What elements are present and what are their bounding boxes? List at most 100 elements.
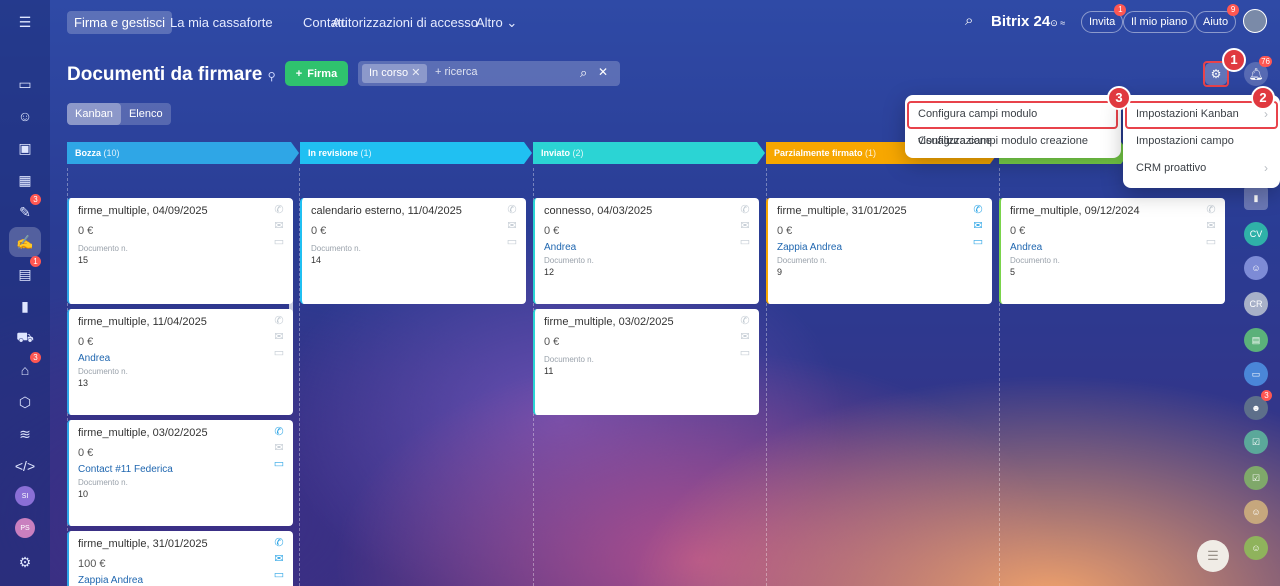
tab-list[interactable]: Elenco xyxy=(121,103,171,125)
search-icon[interactable]: ⌕ xyxy=(580,65,587,81)
mail-icon[interactable]: ✉ xyxy=(738,331,752,343)
kanban-card[interactable]: firme_multiple, 31/01/2025 100 € Zappia … xyxy=(67,531,293,586)
mail-icon[interactable]: ✉ xyxy=(272,442,286,454)
sign-icon[interactable]: ✍ xyxy=(13,230,37,254)
kanban-card[interactable]: firme_multiple, 09/12/2024 0 € Andrea Do… xyxy=(999,198,1225,304)
shop-icon[interactable]: ⌂ 3 xyxy=(13,352,41,382)
mail-icon[interactable]: ✉ xyxy=(272,553,286,565)
column-header-inviato[interactable]: Inviato (2) xyxy=(533,142,765,164)
box-icon[interactable]: ⬡ xyxy=(13,390,37,414)
phone-icon[interactable]: ✆ xyxy=(1204,204,1218,216)
card-title[interactable]: firme_multiple, 04/09/2025 xyxy=(78,205,284,217)
calendar-icon[interactable]: ▦ xyxy=(13,168,37,192)
filter-search-box[interactable]: In corso ✕ + ricerca ⌕ ✕ xyxy=(358,61,620,86)
phone-icon[interactable]: ✆ xyxy=(272,426,286,438)
user-avatar[interactable] xyxy=(1243,9,1267,33)
phone-icon[interactable]: ✆ xyxy=(272,537,286,549)
topnav-access[interactable]: Autorizzazioni di accesso xyxy=(325,11,485,34)
chat-icon[interactable]: ▭ xyxy=(971,236,985,248)
phone-icon[interactable]: ✆ xyxy=(272,204,286,216)
mail-icon[interactable]: ✉ xyxy=(272,220,286,232)
create-sign-button[interactable]: + Firma xyxy=(285,61,348,86)
card-contact[interactable]: Andrea xyxy=(1010,242,1216,253)
close-icon[interactable]: ✕ xyxy=(598,65,608,79)
chat-icon[interactable]: ▭ xyxy=(272,569,286,581)
presentation-icon[interactable]: ▣ xyxy=(13,136,37,160)
phone-icon[interactable]: ✆ xyxy=(738,315,752,327)
mail-icon[interactable]: ✉ xyxy=(971,220,985,232)
contacts-icon[interactable]: ☺ xyxy=(13,104,37,128)
column-header-bozza[interactable]: Bozza (10) xyxy=(67,142,299,164)
avatar[interactable]: PS xyxy=(15,518,35,538)
plan-button[interactable]: Il mio piano xyxy=(1123,11,1196,33)
phone-icon[interactable]: ✆ xyxy=(738,204,752,216)
kanban-card[interactable]: connesso, 04/03/2025 0 € Andrea Document… xyxy=(533,198,759,304)
invite-button[interactable]: Invita 1 xyxy=(1081,4,1127,33)
task-icon[interactable]: ☑ xyxy=(1244,430,1268,454)
card-title[interactable]: firme_multiple, 11/04/2025 xyxy=(78,316,284,328)
kanban-card[interactable]: calendario esterno, 11/04/2025 0 € Docum… xyxy=(300,198,526,304)
pin-icon[interactable]: ⚲ xyxy=(268,71,276,83)
bitrix-logo[interactable]: Bitrix 24⊙ ≈ xyxy=(991,13,1065,30)
kanban-card[interactable]: firme_multiple, 04/09/2025 0 € Documento… xyxy=(67,198,293,304)
card-contact[interactable]: Andrea xyxy=(78,353,284,364)
mail-icon[interactable]: ✉ xyxy=(1204,220,1218,232)
documents-icon[interactable]: ▤ 1 xyxy=(13,256,41,286)
menu-item-crm-proactive[interactable]: CRM proattivo › xyxy=(1123,155,1280,182)
mail-icon[interactable]: ✉ xyxy=(505,220,519,232)
chat-icon[interactable]: ▭ xyxy=(738,347,752,359)
topnav-sign[interactable]: Firma e gestisci xyxy=(67,11,173,34)
mail-icon[interactable]: ✉ xyxy=(738,220,752,232)
bot-avatar[interactable]: ☻ 3 xyxy=(1244,390,1272,420)
tasks-icon[interactable]: ✎ 3 xyxy=(13,194,41,224)
column-header-revisione[interactable]: In revisione (1) xyxy=(300,142,532,164)
chat-fab[interactable]: ☰ xyxy=(1197,540,1229,572)
chat-icon[interactable]: ▭ xyxy=(272,458,286,470)
inbox-icon[interactable]: ▭ xyxy=(13,72,37,96)
card-title[interactable]: firme_multiple, 03/02/2025 xyxy=(544,316,750,328)
phone-icon[interactable]: ✆ xyxy=(272,315,286,327)
search-input[interactable]: + ricerca xyxy=(435,66,478,78)
card-title[interactable]: firme_multiple, 03/02/2025 xyxy=(78,427,284,439)
kanban-card[interactable]: firme_multiple, 03/02/2025 0 € Contact #… xyxy=(67,420,293,526)
phone-icon[interactable]: ✆ xyxy=(505,204,519,216)
card-title[interactable]: firme_multiple, 31/01/2025 xyxy=(777,205,983,217)
contact-card-icon[interactable]: ▤ xyxy=(1244,328,1268,352)
card-title[interactable]: calendario esterno, 11/04/2025 xyxy=(311,205,517,217)
chat-icon[interactable]: ▭ xyxy=(272,236,286,248)
chat-icon[interactable]: ▭ xyxy=(272,347,286,359)
analytics-icon[interactable]: ▮ xyxy=(13,294,37,318)
task-icon[interactable]: ☑ xyxy=(1244,466,1268,490)
avatar[interactable]: CV xyxy=(1244,222,1268,246)
filter-chip[interactable]: In corso ✕ xyxy=(362,64,428,83)
tab-kanban[interactable]: Kanban xyxy=(67,103,121,125)
chat-icon[interactable]: ▭ xyxy=(1244,362,1268,386)
chat-icon[interactable]: ▭ xyxy=(1204,236,1218,248)
close-icon[interactable]: ✕ xyxy=(411,67,420,79)
bookmark-icon[interactable]: ▮ xyxy=(1244,186,1268,210)
menu-icon[interactable]: ☰ xyxy=(13,10,37,34)
mail-icon[interactable]: ✉ xyxy=(272,331,286,343)
topnav-more[interactable]: Altro ⌄ xyxy=(469,11,524,34)
chat-icon[interactable]: ▭ xyxy=(738,236,752,248)
code-icon[interactable]: </> xyxy=(13,454,37,478)
card-contact[interactable]: Andrea xyxy=(544,242,750,253)
card-contact[interactable]: Contact #11 Federica xyxy=(78,464,284,475)
settings-icon[interactable]: ⚙ xyxy=(13,550,37,574)
search-icon[interactable]: ⌕ xyxy=(965,12,973,29)
card-contact[interactable]: Zappia Andrea xyxy=(777,242,983,253)
group-icon[interactable]: ☺ xyxy=(1244,256,1268,280)
group-icon[interactable]: ☺ xyxy=(1244,536,1268,560)
cart-icon[interactable]: ⛟ xyxy=(13,326,37,350)
chat-icon[interactable]: ▭ xyxy=(505,236,519,248)
phone-icon[interactable]: ✆ xyxy=(971,204,985,216)
topnav-safe[interactable]: La mia cassaforte xyxy=(163,11,280,34)
menu-item-create-fields[interactable]: Configura campi modulo creazione xyxy=(905,128,1121,155)
group-icon[interactable]: ☺ xyxy=(1244,500,1268,524)
bell-icon[interactable]: 🔔︎ 76 xyxy=(1244,56,1272,86)
kanban-card[interactable]: firme_multiple, 03/02/2025 0 € Documento… xyxy=(533,309,759,415)
kanban-card[interactable]: firme_multiple, 31/01/2025 0 € Zappia An… xyxy=(766,198,992,304)
card-title[interactable]: firme_multiple, 09/12/2024 xyxy=(1010,205,1216,217)
avatar[interactable]: CR xyxy=(1244,292,1268,316)
menu-item-field-settings[interactable]: Impostazioni campo xyxy=(1123,128,1280,155)
